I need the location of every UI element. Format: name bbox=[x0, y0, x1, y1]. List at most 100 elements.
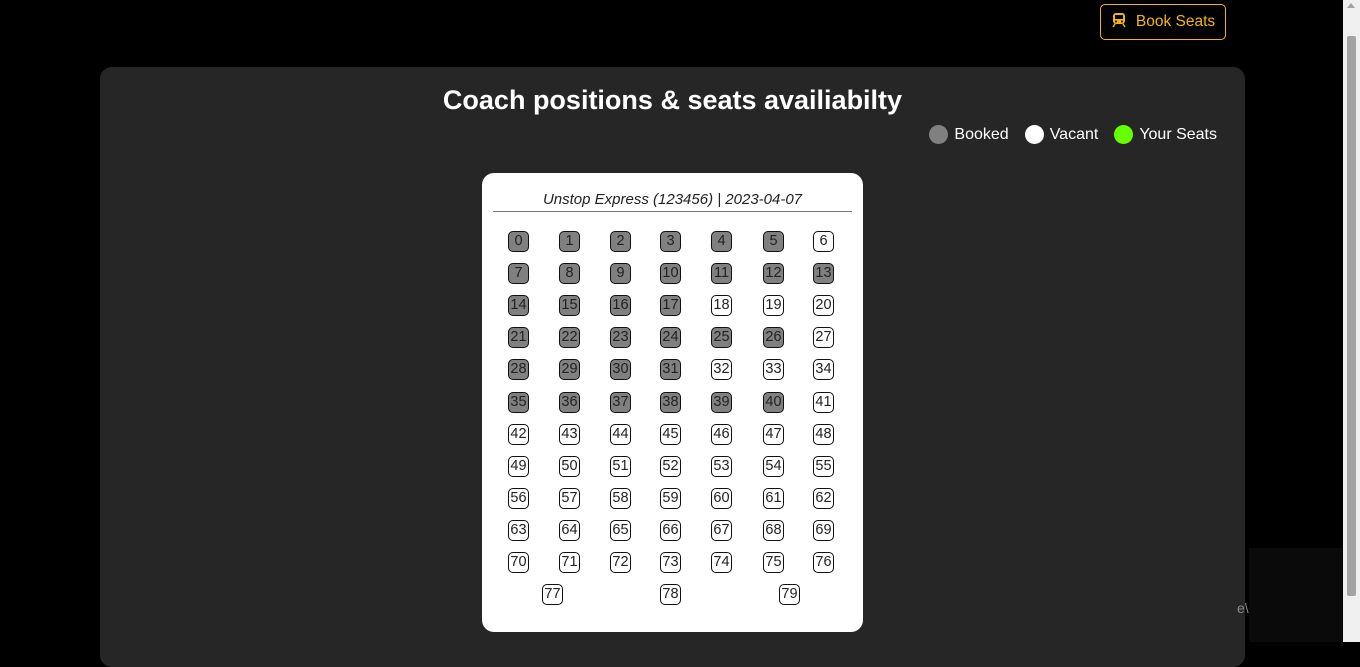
legend-vacant: Vacant bbox=[1024, 125, 1099, 144]
seat-5[interactable]: 5 bbox=[763, 231, 784, 252]
seat-44[interactable]: 44 bbox=[610, 424, 631, 445]
seat-33[interactable]: 33 bbox=[763, 359, 784, 380]
seat-59[interactable]: 59 bbox=[660, 488, 681, 509]
seat-51[interactable]: 51 bbox=[610, 456, 631, 477]
seat-13[interactable]: 13 bbox=[813, 263, 834, 284]
seat-24[interactable]: 24 bbox=[660, 327, 681, 348]
seat-58[interactable]: 58 bbox=[610, 488, 631, 509]
seat-42[interactable]: 42 bbox=[508, 424, 529, 445]
seat-68[interactable]: 68 bbox=[763, 520, 784, 541]
seat-8[interactable]: 8 bbox=[559, 263, 580, 284]
seat-46[interactable]: 46 bbox=[711, 424, 732, 445]
seat-16[interactable]: 16 bbox=[610, 295, 631, 316]
seat-30[interactable]: 30 bbox=[610, 359, 631, 380]
book-seats-button[interactable]: Book Seats bbox=[1100, 4, 1226, 40]
seat-28[interactable]: 28 bbox=[508, 359, 529, 380]
seat-43[interactable]: 43 bbox=[559, 424, 580, 445]
book-seats-label: Book Seats bbox=[1135, 13, 1216, 30]
seat-74[interactable]: 74 bbox=[711, 552, 732, 573]
seat-52[interactable]: 52 bbox=[660, 456, 681, 477]
seat-grid: 0 1 2 3 4 5 6 7 8 9 10 11 12 13 14 15 16 17 18 19 20 21 22 23 24… bbox=[482, 173, 863, 632]
seat-71[interactable]: 71 bbox=[559, 552, 580, 573]
seat-14[interactable]: 14 bbox=[508, 295, 529, 316]
seat-45[interactable]: 45 bbox=[660, 424, 681, 445]
seat-54[interactable]: 54 bbox=[763, 456, 784, 477]
seat-17[interactable]: 17 bbox=[660, 295, 681, 316]
seat-76[interactable]: 76 bbox=[813, 552, 834, 573]
seat-29[interactable]: 29 bbox=[559, 359, 580, 380]
seat-73[interactable]: 73 bbox=[660, 552, 681, 573]
seat-78[interactable]: 78 bbox=[660, 584, 681, 605]
seat-31[interactable]: 31 bbox=[660, 359, 681, 380]
seat-72[interactable]: 72 bbox=[610, 552, 631, 573]
seat-23[interactable]: 23 bbox=[610, 327, 631, 348]
seat-48[interactable]: 48 bbox=[813, 424, 834, 445]
seat-26[interactable]: 26 bbox=[763, 327, 784, 348]
seat-66[interactable]: 66 bbox=[660, 520, 681, 541]
legend-your-seats: Your Seats bbox=[1114, 125, 1217, 144]
seat-10[interactable]: 10 bbox=[660, 263, 681, 284]
seat-21[interactable]: 21 bbox=[508, 327, 529, 348]
seat-62[interactable]: 62 bbox=[813, 488, 834, 509]
seat-4[interactable]: 4 bbox=[711, 231, 732, 252]
seat-75[interactable]: 75 bbox=[763, 552, 784, 573]
scrollbar[interactable] bbox=[1343, 0, 1360, 642]
seat-37[interactable]: 37 bbox=[610, 392, 631, 413]
seat-7[interactable]: 7 bbox=[508, 263, 529, 284]
seat-27[interactable]: 27 bbox=[813, 327, 834, 348]
seat-60[interactable]: 60 bbox=[711, 488, 732, 509]
seat-0[interactable]: 0 bbox=[508, 231, 529, 252]
seat-1[interactable]: 1 bbox=[559, 231, 580, 252]
scroll-thumb[interactable] bbox=[1347, 36, 1356, 596]
seat-79[interactable]: 79 bbox=[779, 584, 800, 605]
seat-67[interactable]: 67 bbox=[711, 520, 732, 541]
seat-61[interactable]: 61 bbox=[763, 488, 784, 509]
seat-36[interactable]: 36 bbox=[559, 392, 580, 413]
scroll-up-arrow[interactable] bbox=[1347, 3, 1355, 8]
seat-6[interactable]: 6 bbox=[813, 231, 834, 252]
seat-69[interactable]: 69 bbox=[813, 520, 834, 541]
seat-49[interactable]: 49 bbox=[508, 456, 529, 477]
coach-card: Unstop Express (123456) | 2023-04-07 012… bbox=[482, 173, 863, 632]
legend-booked-label: Booked bbox=[954, 125, 1009, 143]
seat-34[interactable]: 34 bbox=[813, 359, 834, 380]
legend-booked: Booked bbox=[929, 125, 1009, 144]
coach-panel: Coach positions & seats availiabilty Boo… bbox=[100, 67, 1245, 667]
seat-12[interactable]: 12 bbox=[763, 263, 784, 284]
seat-35[interactable]: 35 bbox=[508, 392, 529, 413]
seat-legend: Booked Vacant Your Seats bbox=[929, 125, 1217, 144]
seat-25[interactable]: 25 bbox=[711, 327, 732, 348]
seat-22[interactable]: 22 bbox=[559, 327, 580, 348]
seat-38[interactable]: 38 bbox=[660, 392, 681, 413]
seat-40[interactable]: 40 bbox=[763, 392, 784, 413]
seat-56[interactable]: 56 bbox=[508, 488, 529, 509]
legend-vacant-label: Vacant bbox=[1049, 125, 1099, 143]
your-seats-dot bbox=[1114, 125, 1134, 144]
seat-18[interactable]: 18 bbox=[711, 295, 732, 316]
seat-3[interactable]: 3 bbox=[660, 231, 681, 252]
seat-63[interactable]: 63 bbox=[508, 520, 529, 541]
seat-55[interactable]: 55 bbox=[813, 456, 834, 477]
seat-47[interactable]: 47 bbox=[763, 424, 784, 445]
seat-32[interactable]: 32 bbox=[711, 359, 732, 380]
seat-39[interactable]: 39 bbox=[711, 392, 732, 413]
seat-57[interactable]: 57 bbox=[559, 488, 580, 509]
seat-53[interactable]: 53 bbox=[711, 456, 732, 477]
page-title: Coach positions & seats availiabilty bbox=[442, 85, 903, 115]
seat-15[interactable]: 15 bbox=[559, 295, 580, 316]
booked-dot bbox=[929, 125, 949, 144]
seat-41[interactable]: 41 bbox=[813, 392, 834, 413]
vacant-dot bbox=[1024, 125, 1044, 144]
seat-19[interactable]: 19 bbox=[763, 295, 784, 316]
seat-20[interactable]: 20 bbox=[813, 295, 834, 316]
seat-70[interactable]: 70 bbox=[508, 552, 529, 573]
seat-77[interactable]: 77 bbox=[542, 584, 563, 605]
seat-64[interactable]: 64 bbox=[559, 520, 580, 541]
seat-9[interactable]: 9 bbox=[610, 263, 631, 284]
seat-11[interactable]: 11 bbox=[711, 263, 732, 284]
seat-65[interactable]: 65 bbox=[610, 520, 631, 541]
train-icon bbox=[1111, 12, 1127, 33]
chat-widget[interactable]: e\ bbox=[1237, 548, 1342, 642]
seat-50[interactable]: 50 bbox=[559, 456, 580, 477]
seat-2[interactable]: 2 bbox=[610, 231, 631, 252]
